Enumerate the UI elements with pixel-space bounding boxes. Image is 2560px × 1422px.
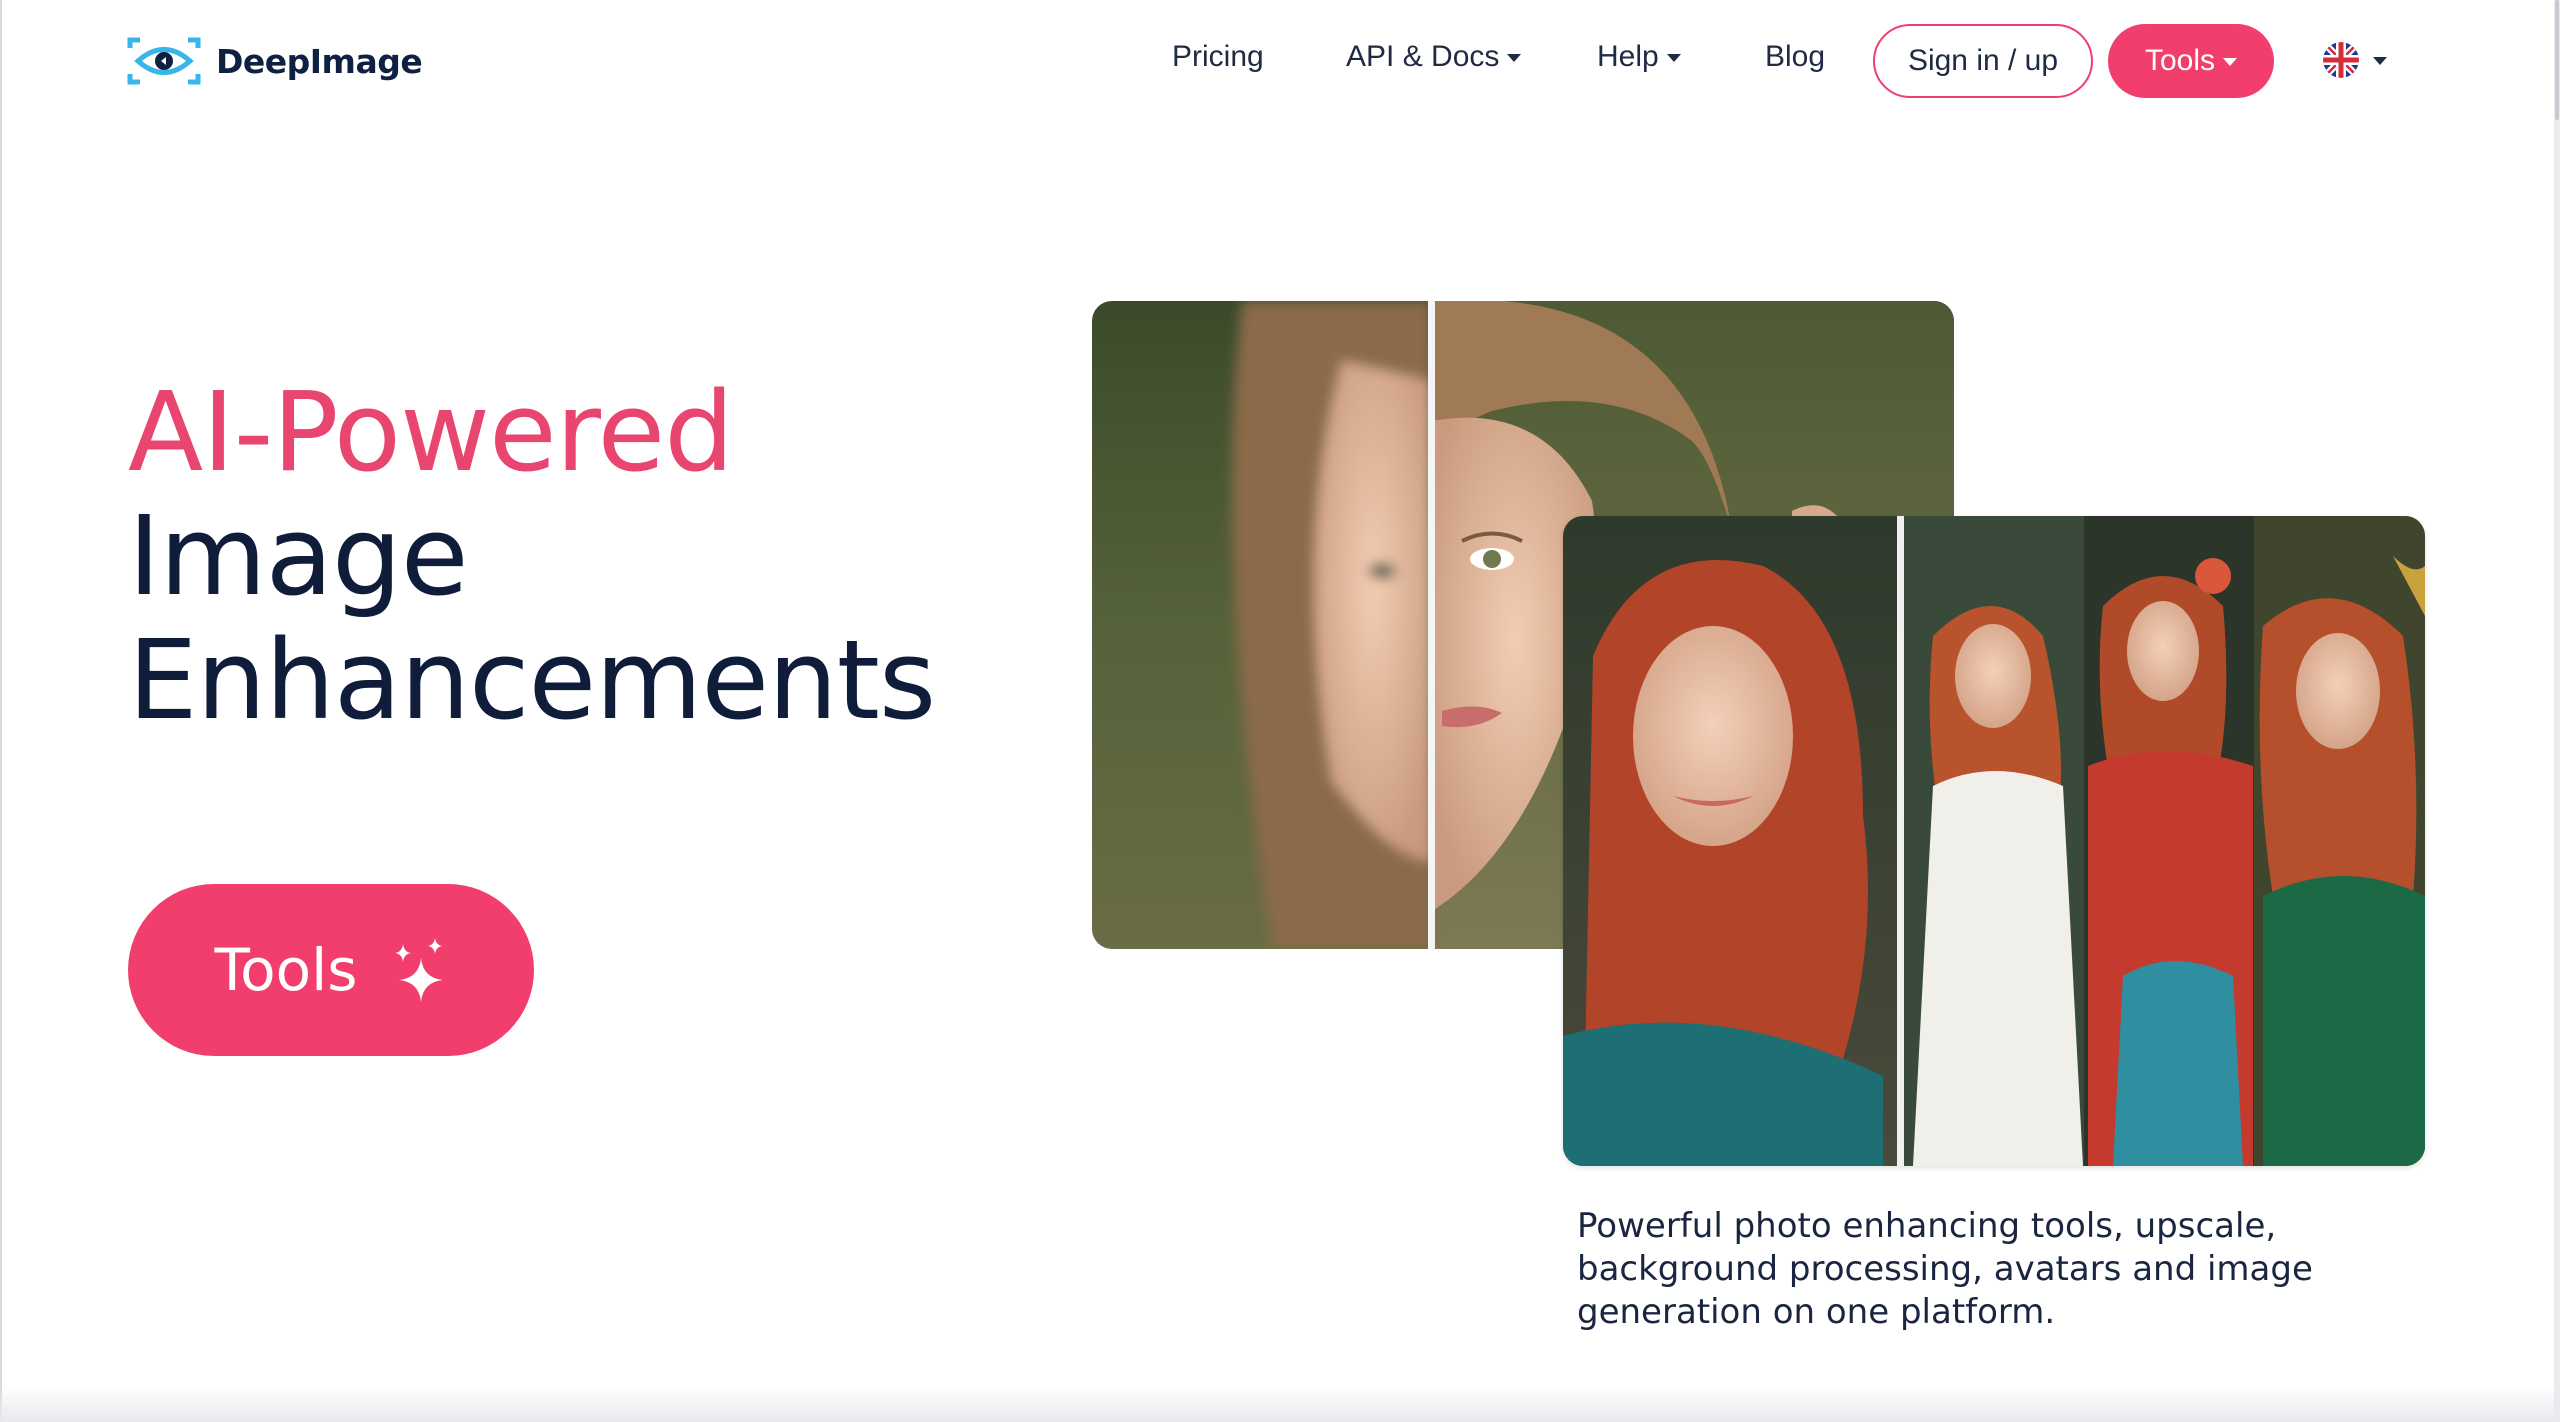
page-bottom-shadow <box>0 1386 2560 1422</box>
tools-dropdown-button[interactable]: Tools <box>2108 24 2274 98</box>
brand-name: DeepImage <box>216 41 423 81</box>
hero-title-line3: Enhancements <box>128 616 936 744</box>
hero-title-accent: AI-Powered <box>128 368 734 496</box>
eye-icon <box>127 37 201 85</box>
chevron-down-icon <box>1666 54 1681 62</box>
signin-label: Sign in / up <box>1907 44 2059 77</box>
ai-avatars-collage-image <box>1563 516 2425 1166</box>
uk-flag-icon <box>2323 42 2359 78</box>
scrollbar[interactable] <box>2554 0 2560 1422</box>
tools-nav-label: Tools <box>2144 44 2216 77</box>
nav-pricing[interactable]: Pricing <box>1172 40 1264 74</box>
nav-help-dropdown[interactable]: Help <box>1597 40 1681 74</box>
chevron-down-icon <box>2223 58 2238 66</box>
hero-title-line2: Image <box>128 492 469 620</box>
nav-help-label: Help <box>1597 40 1659 73</box>
nav-api-docs-label: API & Docs <box>1346 40 1500 73</box>
hero-title: AI-Powered Image Enhancements <box>128 368 936 744</box>
sparkle-icon <box>395 938 444 1002</box>
hero-description: Powerful photo enhancing tools, upscale,… <box>1577 1206 2313 1332</box>
hero-tools-button[interactable]: Tools <box>128 884 534 1056</box>
nav-blog-label: Blog <box>1765 40 1826 73</box>
chevron-down-icon <box>2373 57 2387 65</box>
signin-button[interactable]: Sign in / up <box>1873 24 2093 98</box>
nav-pricing-label: Pricing <box>1172 40 1264 73</box>
brand-logo[interactable]: DeepImage <box>126 34 423 88</box>
hero-tools-label: Tools <box>214 936 358 1004</box>
top-navbar: DeepImage Pricing API & Docs Help Blog S… <box>0 0 2560 124</box>
chevron-down-icon <box>1507 54 1522 62</box>
window-edge <box>0 0 2 1422</box>
nav-api-docs-dropdown[interactable]: API & Docs <box>1346 40 1522 74</box>
nav-blog[interactable]: Blog <box>1765 40 1825 74</box>
language-selector[interactable] <box>2323 42 2387 78</box>
